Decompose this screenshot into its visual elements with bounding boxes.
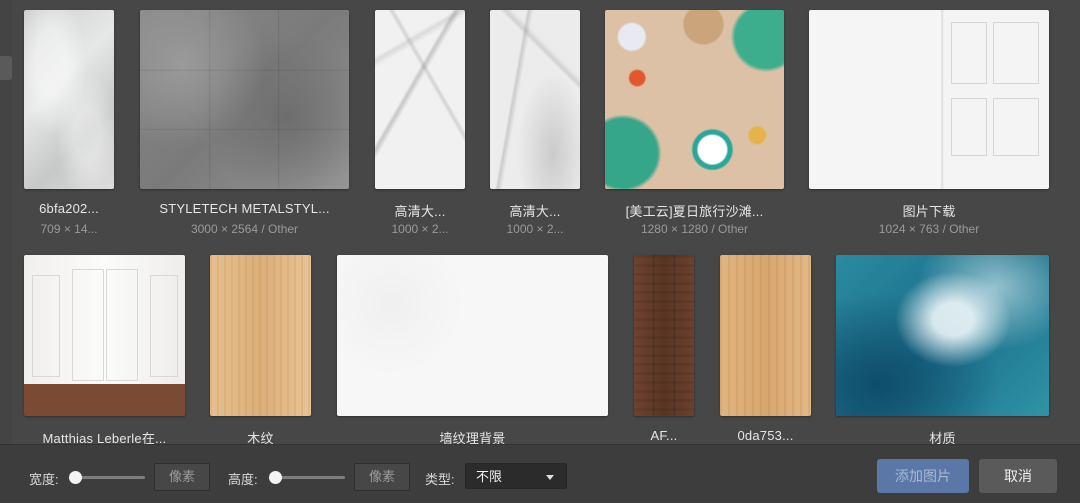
- image-grid: 6bfa202... 709 × 14... STYLETECH METALST…: [12, 0, 1080, 446]
- height-slider-knob[interactable]: [269, 471, 282, 484]
- type-label: 类型:: [425, 472, 455, 487]
- image-meta: 1280 × 1280 / Other: [640, 222, 749, 236]
- image-thumbnail[interactable]: [605, 10, 784, 189]
- image-thumbnail[interactable]: [809, 10, 1049, 189]
- image-name: 高清大...: [509, 204, 561, 219]
- image-name: 图片下载: [902, 204, 956, 219]
- image-thumbnail[interactable]: [24, 10, 114, 189]
- height-slider[interactable]: [269, 471, 345, 484]
- image-thumbnail[interactable]: [490, 10, 580, 189]
- image-name: 高清大...: [394, 204, 446, 219]
- image-thumbnail[interactable]: [375, 10, 465, 189]
- type-select[interactable]: 不限: [465, 463, 567, 489]
- left-edge: [0, 0, 12, 446]
- width-label: 宽度:: [29, 472, 59, 487]
- width-slider-knob[interactable]: [69, 471, 82, 484]
- image-meta: 1000 × 2...: [506, 222, 564, 236]
- image-thumbnail[interactable]: [24, 255, 185, 416]
- filter-bar: 宽度: 像素 高度: 像素 类型: 不限 添加图片 取消: [0, 444, 1080, 503]
- image-name: STYLETECH METALSTYL...: [159, 201, 330, 216]
- image-thumbnail[interactable]: [836, 255, 1049, 416]
- scroll-handle[interactable]: [0, 56, 12, 80]
- height-label: 高度:: [228, 472, 258, 487]
- image-meta: 3000 × 2564 / Other: [190, 222, 299, 236]
- width-slider[interactable]: [69, 471, 145, 484]
- image-thumbnail[interactable]: [337, 255, 608, 416]
- type-select-value: 不限: [476, 469, 503, 484]
- image-thumbnail[interactable]: [720, 255, 811, 416]
- image-thumbnail[interactable]: [634, 255, 694, 416]
- image-meta: 1000 × 2...: [391, 222, 449, 236]
- image-name: 0da753...: [737, 428, 794, 443]
- image-thumbnail[interactable]: [210, 255, 311, 416]
- image-name: AF...: [650, 428, 678, 443]
- chevron-down-icon: [546, 475, 554, 480]
- image-name: 6bfa202...: [39, 201, 99, 216]
- image-thumbnail[interactable]: [140, 10, 349, 189]
- image-name: [美工云]夏日旅行沙滩...: [625, 204, 764, 219]
- width-unit-button[interactable]: 像素: [154, 463, 210, 491]
- add-image-button[interactable]: 添加图片: [877, 459, 969, 493]
- cancel-button[interactable]: 取消: [979, 459, 1057, 493]
- image-meta: 1024 × 763 / Other: [878, 222, 980, 236]
- image-meta: 709 × 14...: [40, 222, 98, 236]
- height-unit-button[interactable]: 像素: [354, 463, 410, 491]
